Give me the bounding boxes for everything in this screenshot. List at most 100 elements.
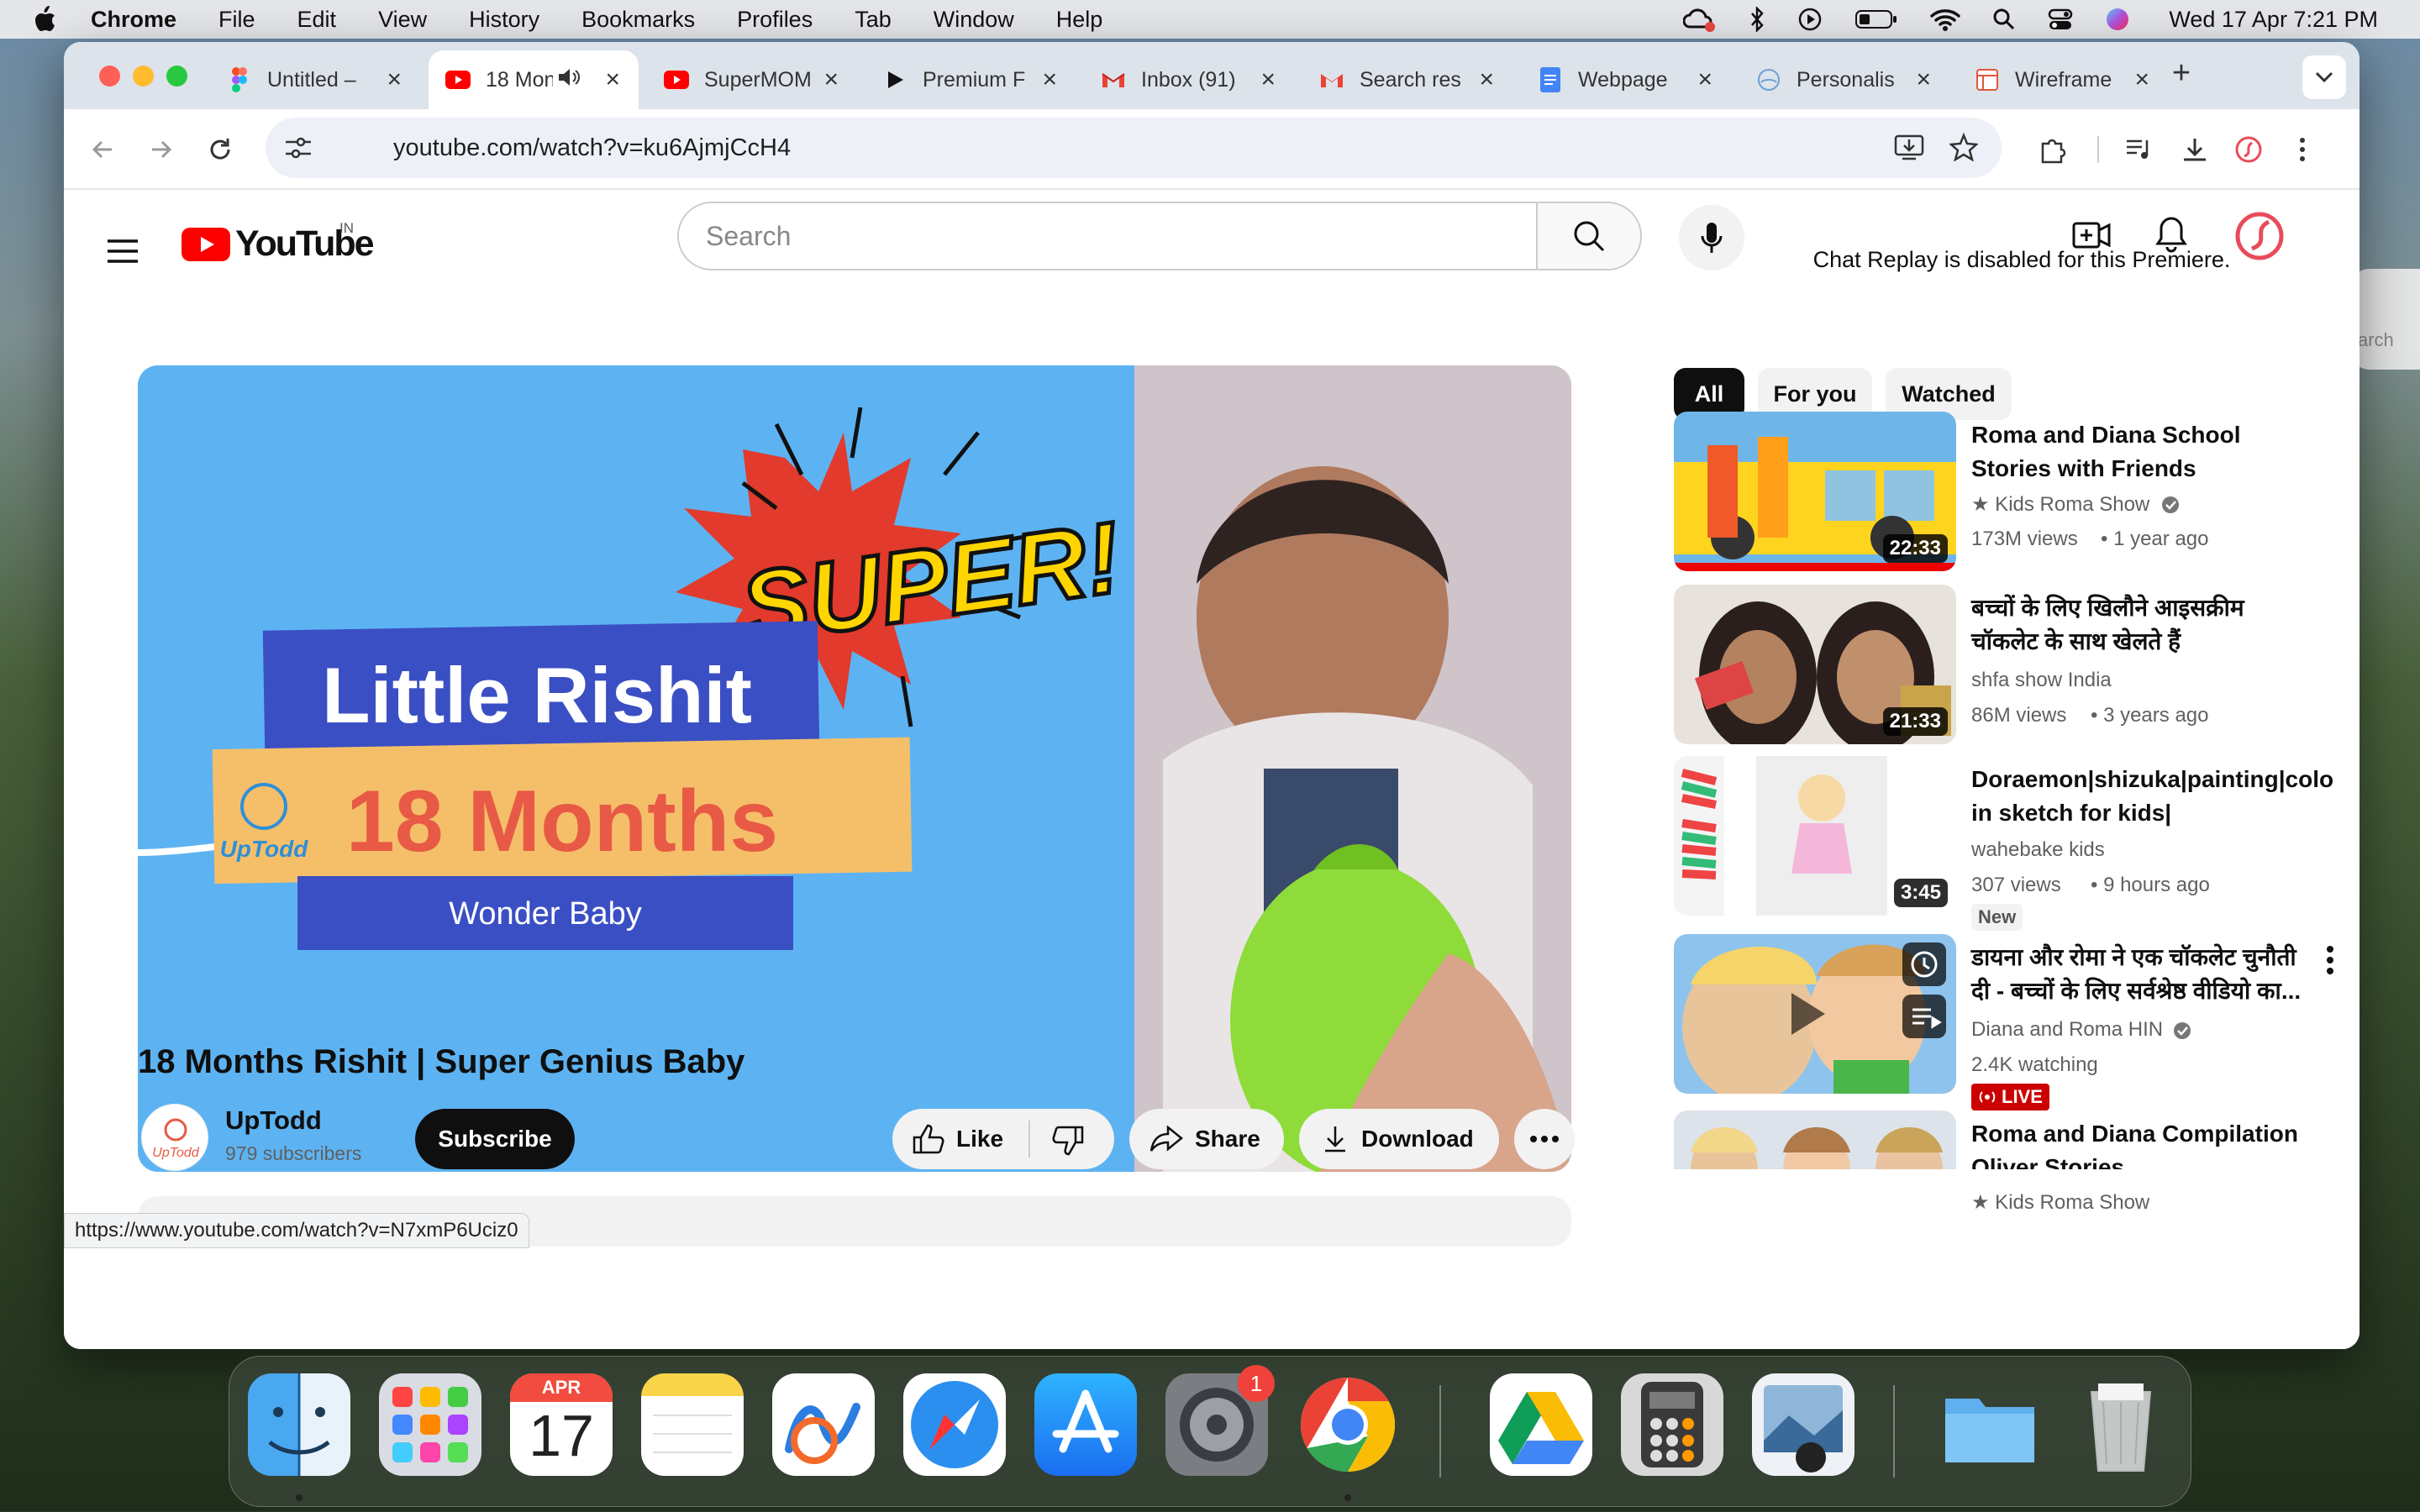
like-button[interactable]: Like [956, 1126, 1003, 1152]
reload-icon[interactable] [200, 129, 240, 170]
channel-name[interactable]: wahebake kids [1971, 838, 2105, 862]
close-window-button[interactable] [99, 66, 120, 87]
menu-app-name[interactable]: Chrome [91, 7, 176, 33]
tab-close-icon[interactable]: × [1042, 66, 1057, 94]
install-app-icon[interactable] [1894, 133, 1924, 165]
zoom-window-button[interactable] [166, 66, 187, 87]
tab-close-icon[interactable]: × [1479, 66, 1494, 94]
recommendation-item[interactable]: 21:33 बच्चों के लिए खिलौने आइसक्रीम चॉकल… [1674, 585, 2346, 744]
forward-icon[interactable] [141, 129, 182, 170]
address-bar[interactable]: youtube.com/watch?v=ku6AjmjCcH4 [266, 118, 2002, 178]
control-center-icon[interactable] [2048, 8, 2073, 31]
video-title[interactable]: बच्चों के लिए खिलौने आइसक्रीम चॉकलेट के … [1971, 591, 2316, 659]
tab-close-icon[interactable]: × [823, 66, 839, 94]
tab-1[interactable]: 18 Mon × [429, 50, 639, 109]
folder-icon[interactable] [1939, 1373, 2041, 1476]
play-icon[interactable] [1797, 7, 1823, 32]
more-actions-button[interactable] [1514, 1109, 1575, 1169]
tab-close-icon[interactable]: × [1260, 66, 1276, 94]
freeform-icon[interactable] [772, 1373, 875, 1476]
tab-8[interactable]: Wireframe × [1958, 50, 2168, 109]
chrome-menu-icon[interactable] [2282, 129, 2323, 170]
app-store-icon[interactable] [1034, 1373, 1137, 1476]
video-title[interactable]: डायना और रोमा ने एक चॉकलेट चुनौती दी - ब… [1971, 941, 2316, 1008]
video-thumbnail[interactable]: 3:45 [1674, 756, 1956, 916]
menu-file[interactable]: File [218, 7, 255, 33]
menu-history[interactable]: History [469, 7, 539, 33]
dislike-button[interactable] [1050, 1126, 1084, 1162]
channel-name[interactable]: UpTodd [225, 1105, 322, 1136]
media-controls-icon[interactable] [2119, 129, 2160, 170]
video-title[interactable]: Roma and Diana Compilation Oliver Storie… [1971, 1117, 2316, 1169]
share-button[interactable]: Share [1129, 1109, 1284, 1169]
menu-window[interactable]: Window [934, 7, 1014, 33]
video-title[interactable]: Doraemon|shizuka|painting|colo in sketch… [1971, 763, 2333, 830]
trash-icon[interactable] [2070, 1373, 2172, 1476]
tab-6[interactable]: Webpage × [1521, 50, 1731, 109]
minimize-window-button[interactable] [133, 66, 154, 87]
extensions-icon[interactable] [2032, 129, 2072, 170]
audio-playing-icon[interactable] [556, 66, 580, 94]
spotlight-icon[interactable] [1992, 8, 2016, 31]
tab-5[interactable]: Search res × [1302, 50, 1512, 109]
tab-close-icon[interactable]: × [1916, 66, 1931, 94]
launchpad-icon[interactable] [379, 1373, 481, 1476]
more-options-icon[interactable] [2326, 946, 2334, 979]
watch-later-icon[interactable] [1902, 942, 1946, 990]
tab-close-icon[interactable]: × [387, 66, 402, 94]
download-button[interactable]: Download [1299, 1109, 1499, 1169]
notes-icon[interactable] [641, 1373, 744, 1476]
recommendation-item[interactable]: Roma and Diana Compilation Oliver Storie… [1674, 1110, 2346, 1169]
calculator-icon[interactable] [1621, 1373, 1723, 1476]
youtube-logo[interactable]: YouTube IN [182, 220, 375, 265]
channel-name[interactable]: ★ Kids Roma Show [1971, 1193, 2149, 1213]
menu-tab[interactable]: Tab [855, 7, 892, 33]
recommendation-item[interactable]: 22:33 Roma and Diana School Stories with… [1674, 412, 2346, 571]
video-title[interactable]: Roma and Diana School Stories with Frien… [1971, 418, 2316, 486]
like-icon[interactable] [913, 1124, 946, 1160]
subscribe-button[interactable]: Subscribe [415, 1109, 575, 1169]
siri-icon[interactable] [2105, 7, 2130, 32]
profile-icon[interactable] [2228, 129, 2269, 170]
download-icon[interactable] [2175, 129, 2215, 170]
add-to-queue-icon[interactable] [1902, 995, 1946, 1042]
site-settings-icon[interactable] [284, 134, 313, 165]
tab-4[interactable]: Inbox (91) × [1084, 50, 1294, 109]
menu-edit[interactable]: Edit [297, 7, 337, 33]
bluetooth-icon[interactable] [1749, 7, 1765, 32]
back-icon[interactable] [82, 129, 123, 170]
tab-search-button[interactable] [2302, 55, 2346, 99]
battery-icon[interactable] [1854, 8, 1898, 30]
hamburger-menu-icon[interactable] [106, 239, 139, 268]
wifi-icon[interactable] [1930, 8, 1961, 31]
safari-icon[interactable] [903, 1373, 1006, 1476]
google-drive-icon[interactable] [1490, 1373, 1592, 1476]
menu-view[interactable]: View [378, 7, 427, 33]
tab-7[interactable]: Personalis × [1739, 50, 1949, 109]
recommendation-item[interactable]: डायना और रोमा ने एक चॉकलेट चुनौती दी - ब… [1674, 934, 2346, 1110]
creative-cloud-icon[interactable] [1683, 7, 1717, 32]
chrome-icon[interactable] [1297, 1373, 1399, 1476]
apple-icon[interactable] [32, 5, 60, 34]
channel-avatar[interactable]: UpTodd [141, 1104, 208, 1171]
video-thumbnail[interactable] [1674, 1110, 1956, 1169]
channel-name[interactable]: Diana and Roma HIN [1971, 1018, 2163, 1042]
tab-close-icon[interactable]: × [2134, 66, 2149, 94]
voice-search-button[interactable] [1679, 205, 1744, 270]
calendar-icon[interactable]: APR 17 [510, 1373, 613, 1476]
tab-2[interactable]: SuperMOM × [647, 50, 857, 109]
tab-0[interactable]: Untitled – × [210, 50, 420, 109]
tab-close-icon[interactable]: × [605, 66, 620, 94]
finder-icon[interactable] [248, 1373, 350, 1476]
new-tab-button[interactable]: + [2165, 55, 2198, 92]
search-input[interactable] [679, 203, 1580, 269]
preview-icon[interactable] [1752, 1373, 1854, 1476]
channel-name[interactable]: shfa show India [1971, 669, 2112, 692]
video-thumbnail[interactable]: 22:33 [1674, 412, 1956, 571]
video-thumbnail[interactable]: 21:33 [1674, 585, 1956, 744]
tab-close-icon[interactable]: × [1697, 66, 1712, 94]
recommendation-item[interactable]: 3:45 Doraemon|shizuka|painting|colo in s… [1674, 756, 2346, 931]
tab-3[interactable]: Premium F × [865, 50, 1076, 109]
bookmark-star-icon[interactable] [1948, 132, 1980, 165]
menu-help[interactable]: Help [1056, 7, 1103, 33]
